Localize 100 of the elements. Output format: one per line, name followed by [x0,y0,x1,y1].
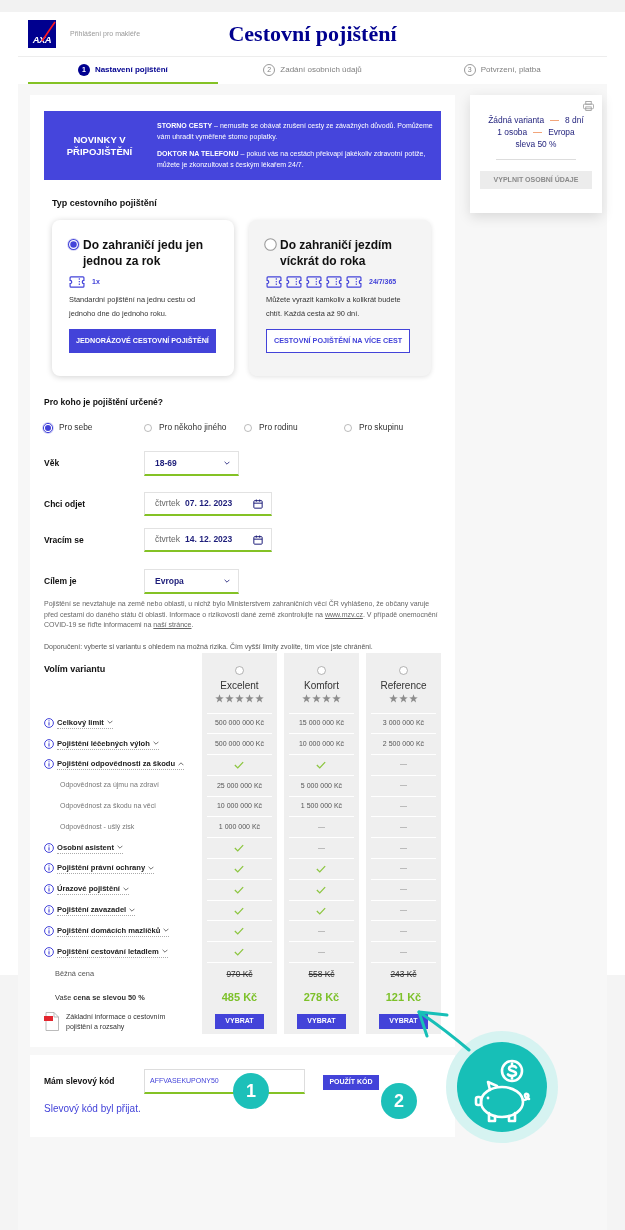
check-icon [234,761,245,769]
check-icon [316,906,327,915]
dash-icon [400,806,407,808]
dash-icon [318,951,325,953]
field-label: Chci odjet [44,497,87,511]
summary-item: 1 osoba [497,126,528,138]
regular-price: 558 Kč [308,967,335,981]
info-icon[interactable] [44,759,54,770]
field-label: Mám slevový kód [44,1075,116,1088]
chevron-down-icon [224,579,230,583]
field-label: Cílem je [44,575,78,588]
summary-item: Evropa [548,126,575,138]
recipient-option[interactable]: Pro sebe [42,421,142,434]
dash-icon [400,889,407,891]
info-icon[interactable] [44,925,54,936]
calendar-icon [253,534,263,545]
star-icon [215,693,224,703]
ticket-icon [266,276,282,288]
date-field[interactable]: čtvrtek 14. 12. 2023 [144,528,272,552]
info-icon[interactable] [44,738,54,749]
radio-button[interactable] [235,665,244,675]
option-title: Do zahraničí jezdím víckrát do roka [280,237,394,269]
star-icon [409,693,418,703]
summary-item: Žádná varianta [488,114,545,126]
variant-name: Excelent [220,679,259,692]
radio-button[interactable] [67,238,80,251]
star-icon [255,693,264,703]
dash-icon [400,910,407,912]
info-icon[interactable] [44,842,54,853]
section-title: Typ cestovního pojištění [51,197,158,209]
discount-price: 278 Kč [303,989,340,1005]
star-icon [322,693,331,703]
info-icon[interactable] [44,905,54,916]
recipient-option[interactable]: Pro někoho jiného [142,421,242,434]
recipient-option[interactable]: Pro rodinu [242,421,342,434]
dash-icon [400,826,407,828]
check-icon [234,844,245,853]
check-icon [234,906,245,915]
dash-icon [318,826,325,828]
radio-icon[interactable] [344,423,352,432]
info-icon[interactable] [44,863,54,874]
star-icon [332,693,341,703]
section-title: Pro koho je pojištění určené? [44,397,165,408]
calendar-icon [253,498,263,509]
dash-icon [318,847,325,849]
check-icon [316,885,327,894]
radio-icon[interactable] [144,423,152,432]
radio-icon[interactable] [42,421,54,434]
dash-icon [400,868,407,870]
date-field[interactable]: čtvrtek 07. 12. 2023 [144,492,272,516]
variant-name: Komfort [303,679,339,692]
chevron-down-icon [224,461,230,465]
star-icon [245,693,254,703]
dash-icon [400,930,407,932]
radio-button[interactable] [399,665,408,675]
field-label: Věk [44,457,61,470]
page-title: Cestovní pojištění [228,23,397,45]
radio-icon[interactable] [244,423,252,432]
coupon-message: Slevový kód byl přijat. [44,1102,142,1116]
regular-price: 243 Kč [390,967,417,981]
dash-icon [400,764,407,766]
ticket-icon [326,276,342,288]
star-icon [399,693,408,703]
select-field[interactable]: Evropa [144,569,239,594]
star-icon [389,693,398,703]
star-icon [225,693,234,703]
discount-price: 485 Kč [221,989,258,1005]
ticket-icon [346,276,362,288]
select-field[interactable]: 18-69 [144,451,239,476]
dash-icon [400,951,407,953]
star-icon [302,693,311,703]
summary-item: 8 dní [565,114,584,126]
option-title: Do zahraničí jedu jen jednou za rok [83,237,205,269]
check-icon [234,864,245,873]
check-icon [234,927,245,936]
dash-icon [318,930,325,932]
pdf-file-icon [44,1012,60,1032]
check-icon [234,948,245,957]
ticket-icon [306,276,322,288]
radio-button[interactable] [317,665,326,675]
recipient-option[interactable]: Pro skupinu [342,421,442,434]
check-icon [316,761,327,769]
star-icon [235,693,244,703]
discount-price: 121 Kč [385,989,422,1005]
variant-name: Reference [380,679,427,692]
table-title: Volím variantu [44,663,106,674]
radio-button[interactable] [264,238,277,251]
ticket-icon [69,276,85,288]
info-icon[interactable] [44,946,54,957]
info-icon[interactable] [44,717,54,728]
dash-icon [400,785,407,787]
star-icon [312,693,321,703]
summary-item: sleva 50 % [515,138,557,150]
check-icon [316,864,327,873]
banner-heading: NOVINKY V PŘIPOJIŠTĚNÍ [65,132,134,159]
regular-price: 970 Kč [226,967,253,981]
ticket-icon [286,276,302,288]
info-icon[interactable] [44,884,54,895]
field-label: Vracím se [44,533,85,547]
dash-icon [400,847,407,849]
